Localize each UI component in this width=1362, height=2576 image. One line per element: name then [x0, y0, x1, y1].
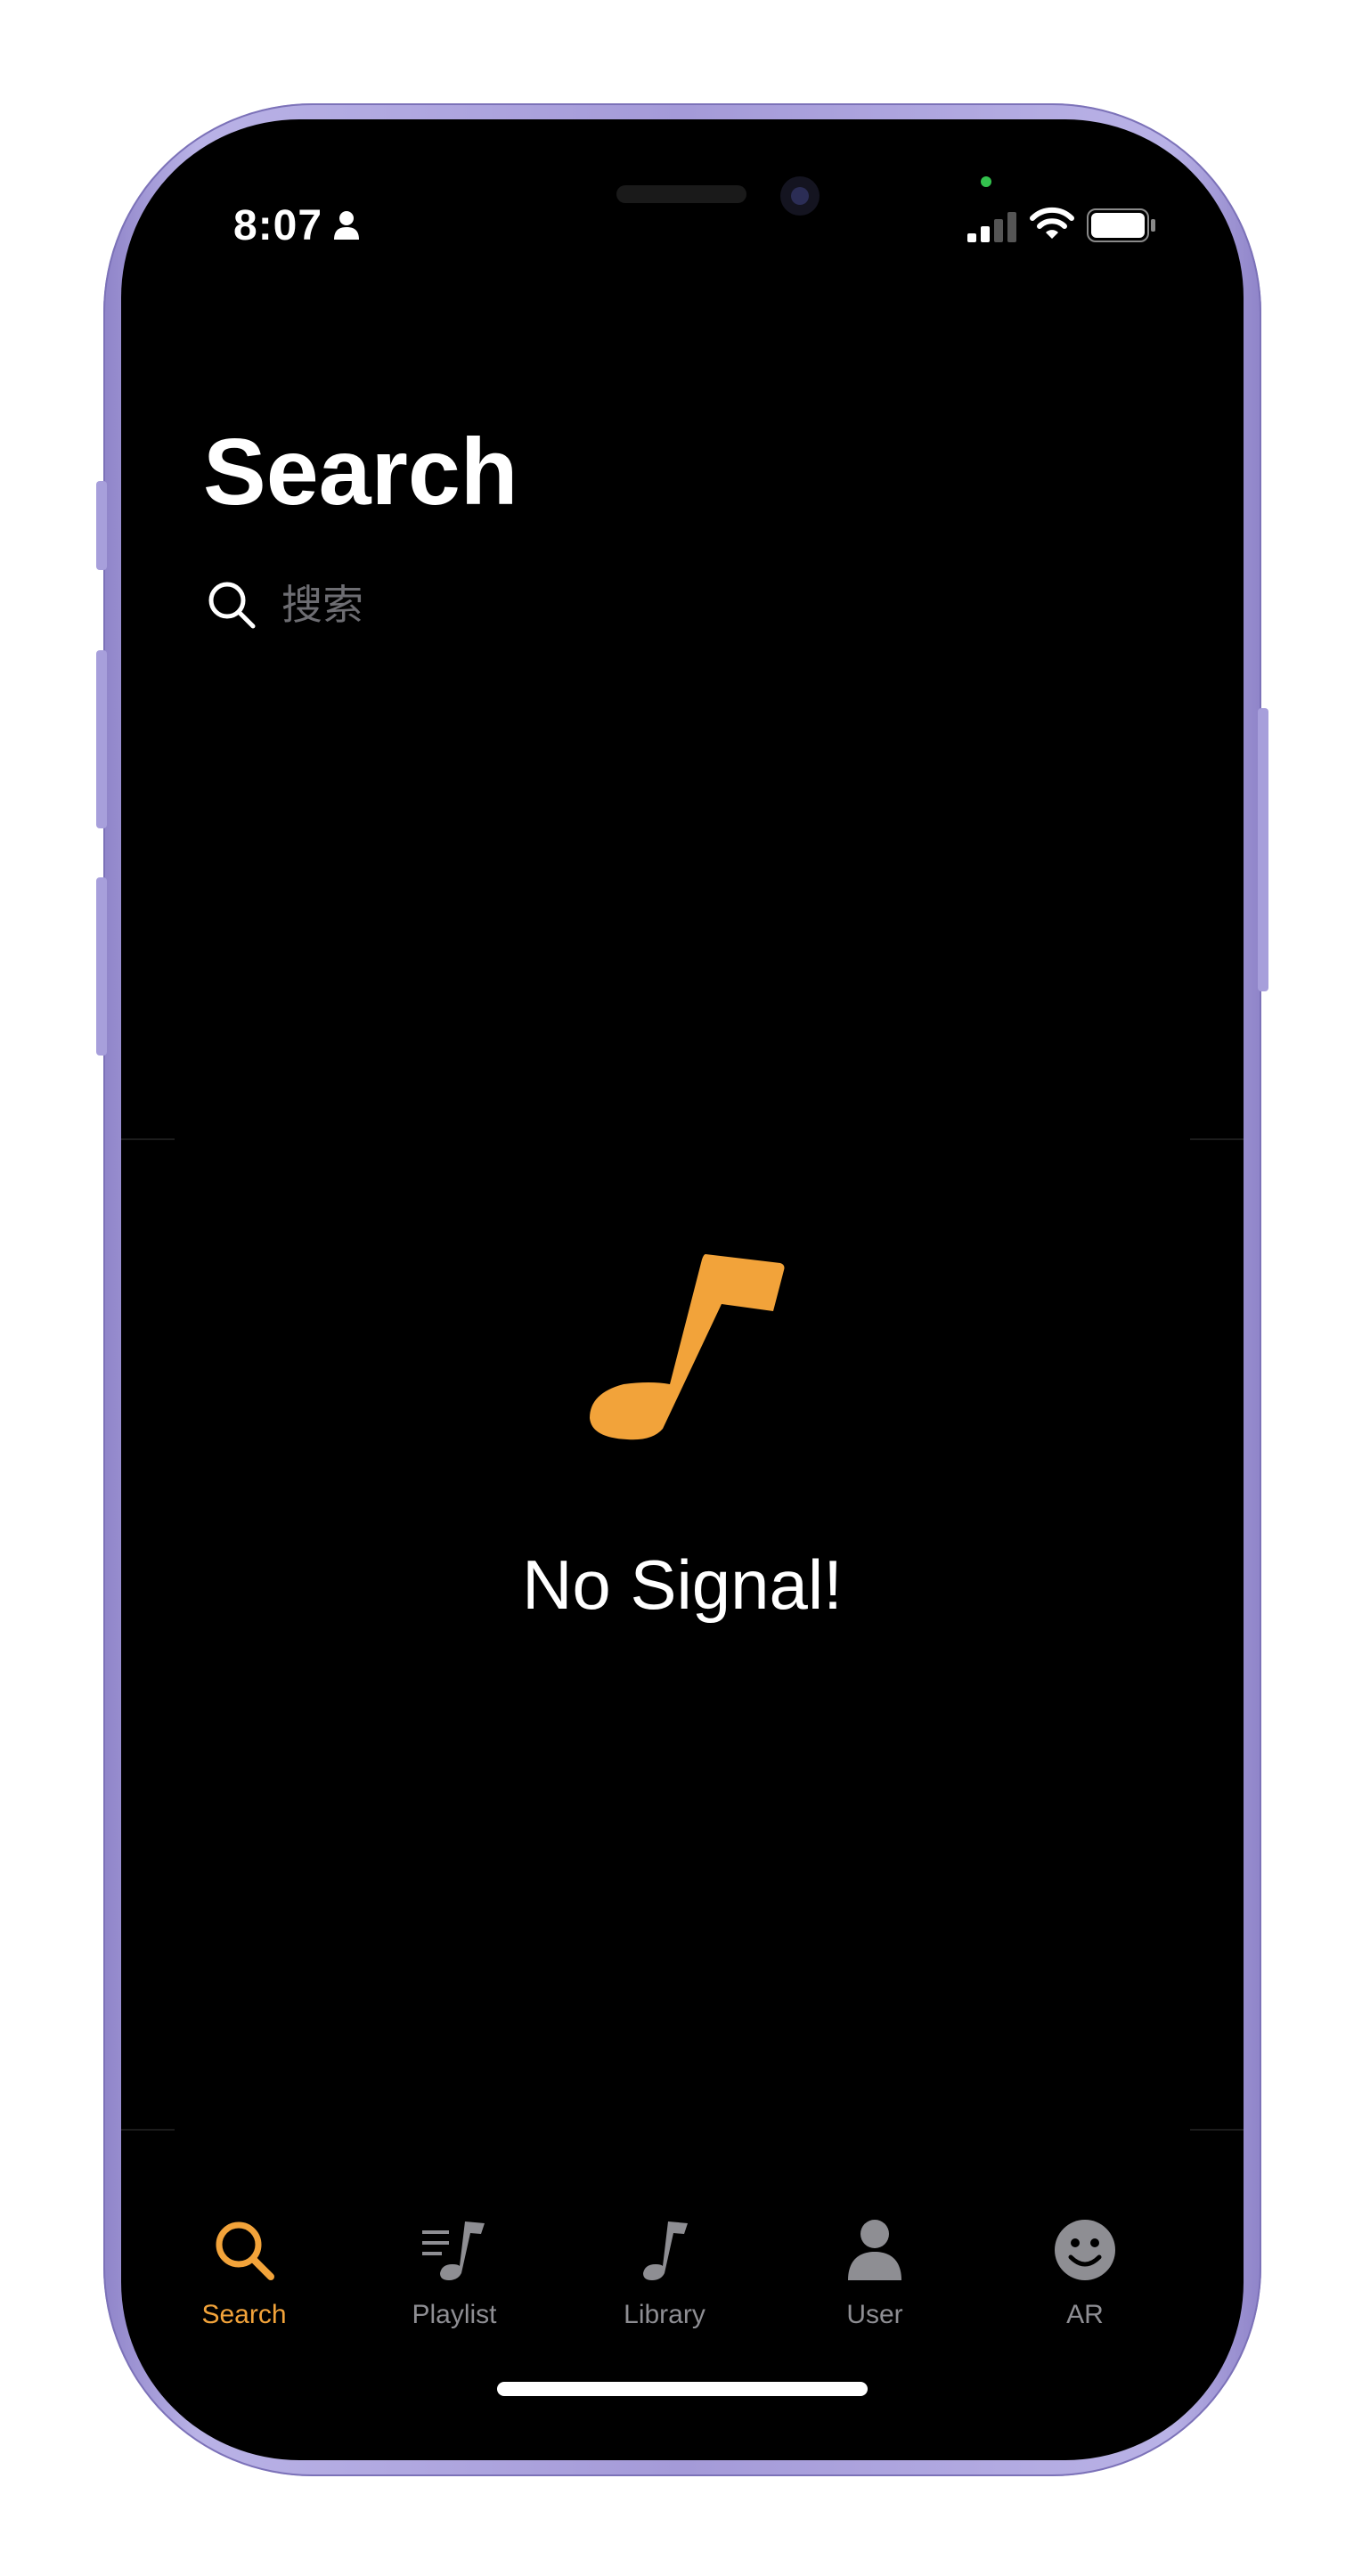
- screen: 8:07 Search No Signal!: [121, 119, 1244, 2460]
- person-icon: [334, 211, 359, 240]
- tab-search[interactable]: Search: [139, 2216, 349, 2359]
- smiley-icon: [1055, 2220, 1115, 2280]
- search-input[interactable]: [280, 580, 1085, 630]
- divider-left-bottom: [121, 2129, 175, 2131]
- tab-ar[interactable]: AR: [980, 2216, 1190, 2359]
- empty-state-message: No Signal!: [522, 1545, 843, 1624]
- tab-label-user: User: [846, 2300, 903, 2329]
- camera-indicator-dot: [981, 176, 991, 187]
- tab-label-ar: AR: [1066, 2300, 1104, 2329]
- wifi-icon: [1030, 207, 1074, 239]
- playlist-icon: [422, 2221, 485, 2280]
- search-icon: [208, 582, 256, 629]
- power-button: [1258, 708, 1268, 991]
- volume-up-button: [96, 650, 107, 828]
- earpiece: [616, 185, 746, 203]
- tab-label-playlist: Playlist: [412, 2300, 497, 2329]
- tab-bar: Search Playlist Library User AR: [121, 2216, 1244, 2359]
- divider-left-top: [121, 1138, 175, 1140]
- person-icon: [848, 2220, 901, 2280]
- battery-icon: [1087, 208, 1155, 242]
- volume-down-button: [96, 877, 107, 1056]
- home-indicator[interactable]: [497, 2382, 868, 2396]
- music-note-icon: [590, 1254, 785, 1440]
- page-title: Search: [203, 420, 518, 525]
- tab-label-search: Search: [201, 2300, 287, 2329]
- search-bar[interactable]: [207, 574, 1151, 636]
- status-time: 8:07: [233, 202, 323, 249]
- tab-user[interactable]: User: [770, 2216, 980, 2359]
- silent-switch: [96, 481, 107, 570]
- tab-label-library: Library: [624, 2300, 705, 2329]
- front-camera: [780, 176, 820, 216]
- divider-right-bottom: [1190, 2129, 1244, 2131]
- tab-library[interactable]: Library: [559, 2216, 770, 2359]
- tab-playlist[interactable]: Playlist: [349, 2216, 559, 2359]
- magnifier-icon: [216, 2221, 274, 2280]
- music-note-icon: [643, 2221, 688, 2280]
- divider-right-top: [1190, 1138, 1244, 1140]
- cellular-signal-icon: [967, 212, 1016, 242]
